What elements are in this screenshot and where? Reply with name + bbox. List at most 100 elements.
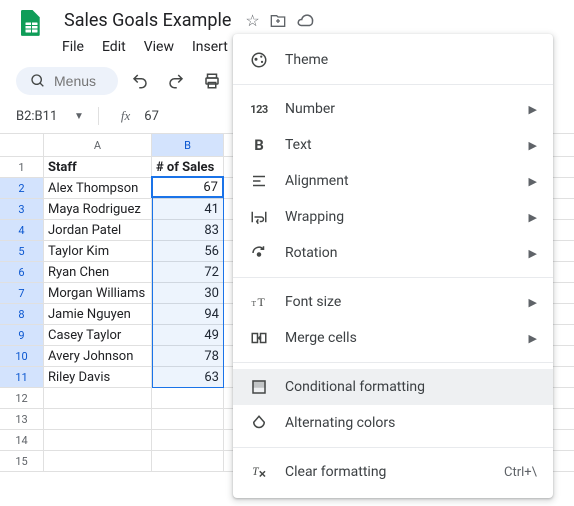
format-menu-alternating-colors[interactable]: Alternating colors <box>233 405 553 441</box>
theme-icon <box>249 50 269 70</box>
row-header[interactable]: 8 <box>0 304 44 324</box>
formula-bar[interactable]: 67 <box>144 109 159 124</box>
format-menu-wrapping[interactable]: Wrapping▶ <box>233 199 553 235</box>
cell[interactable]: 41 <box>152 199 224 219</box>
fx-icon: fx <box>121 108 130 124</box>
cell[interactable]: Jamie Nguyen <box>44 304 152 324</box>
sheets-logo-icon[interactable] <box>16 10 52 46</box>
cell[interactable]: 67 <box>152 178 224 198</box>
svg-text:T: T <box>258 295 266 309</box>
submenu-arrow-icon: ▶ <box>529 296 537 309</box>
cell[interactable]: 63 <box>152 367 224 387</box>
cell[interactable]: 83 <box>152 220 224 240</box>
cell[interactable]: Alex Thompson <box>44 178 152 198</box>
submenu-arrow-icon: ▶ <box>529 103 537 116</box>
menu-file[interactable]: File <box>54 35 92 59</box>
menu-view[interactable]: View <box>136 35 182 59</box>
cell[interactable]: Casey Taylor <box>44 325 152 345</box>
name-box[interactable]: B2:B11 <box>10 109 66 124</box>
format-menu-theme[interactable]: Theme <box>233 42 553 78</box>
move-icon[interactable] <box>270 13 286 29</box>
rotation-icon <box>249 243 269 263</box>
menu-search-input[interactable] <box>54 73 104 89</box>
search-icon <box>30 73 46 89</box>
format-menu-font-size[interactable]: TT Font size▶ <box>233 284 553 320</box>
submenu-arrow-icon: ▶ <box>529 139 537 152</box>
format-menu-merge-cells[interactable]: Merge cells▶ <box>233 320 553 356</box>
cell[interactable]: Jordan Patel <box>44 220 152 240</box>
format-menu-conditional-formatting[interactable]: Conditional formatting <box>233 369 553 405</box>
cell[interactable]: Avery Johnson <box>44 346 152 366</box>
menu-item-label: Font size <box>285 294 529 310</box>
cell[interactable]: Taylor Kim <box>44 241 152 261</box>
row-header[interactable]: 4 <box>0 220 44 240</box>
text-icon: B <box>249 135 269 155</box>
row-header[interactable]: 12 <box>0 388 44 408</box>
cell[interactable]: 94 <box>152 304 224 324</box>
menu-separator <box>233 362 553 363</box>
row-header[interactable]: 6 <box>0 262 44 282</box>
format-menu-rotation[interactable]: Rotation▶ <box>233 235 553 271</box>
menu-item-label: Number <box>285 101 529 117</box>
col-header-B[interactable]: B <box>152 134 224 156</box>
namebox-dropdown-icon[interactable]: ▼ <box>74 111 84 122</box>
row-header[interactable]: 10 <box>0 346 44 366</box>
cloud-status-icon[interactable] <box>296 12 314 30</box>
svg-text:T: T <box>252 466 259 478</box>
cell[interactable]: 56 <box>152 241 224 261</box>
row-header[interactable]: 11 <box>0 367 44 387</box>
cell[interactable] <box>44 409 152 429</box>
row-header[interactable]: 5 <box>0 241 44 261</box>
row-header[interactable]: 7 <box>0 283 44 303</box>
submenu-arrow-icon: ▶ <box>529 247 537 260</box>
menu-item-label: Rotation <box>285 245 529 261</box>
cell[interactable]: Ryan Chen <box>44 262 152 282</box>
row-header[interactable]: 15 <box>0 451 44 471</box>
cell[interactable] <box>152 388 224 408</box>
number-icon: 123 <box>249 99 269 119</box>
row-header[interactable]: 2 <box>0 178 44 198</box>
cell[interactable]: Morgan Williams <box>44 283 152 303</box>
format-menu-alignment[interactable]: Alignment▶ <box>233 163 553 199</box>
cell[interactable]: Riley Davis <box>44 367 152 387</box>
row-header[interactable]: 1 <box>0 157 44 177</box>
redo-button[interactable] <box>162 67 190 95</box>
cell[interactable]: Maya Rodriguez <box>44 199 152 219</box>
cell[interactable]: 72 <box>152 262 224 282</box>
document-title[interactable]: Sales Goals Example <box>60 8 235 33</box>
row-header[interactable]: 13 <box>0 409 44 429</box>
menu-item-label: Alignment <box>285 173 529 189</box>
row-header[interactable]: 14 <box>0 430 44 450</box>
cell[interactable]: 30 <box>152 283 224 303</box>
undo-button[interactable] <box>126 67 154 95</box>
menu-separator <box>233 447 553 448</box>
cell[interactable]: 78 <box>152 346 224 366</box>
menu-insert[interactable]: Insert <box>184 35 236 59</box>
col-header-A[interactable]: A <box>44 134 152 156</box>
menu-item-label: Conditional formatting <box>285 379 537 395</box>
row-header[interactable]: 9 <box>0 325 44 345</box>
clear-icon: T <box>249 462 269 482</box>
cell[interactable] <box>44 388 152 408</box>
select-all-corner[interactable] <box>0 134 44 156</box>
menu-edit[interactable]: Edit <box>94 35 134 59</box>
menu-search[interactable] <box>16 67 118 95</box>
fontsize-icon: TT <box>249 292 269 312</box>
cell[interactable]: # of Sales <box>152 157 224 177</box>
format-menu-clear-formatting[interactable]: TClear formattingCtrl+\ <box>233 454 553 490</box>
print-button[interactable] <box>198 67 226 95</box>
row-header[interactable]: 3 <box>0 199 44 219</box>
format-menu-number[interactable]: 123 Number▶ <box>233 91 553 127</box>
format-menu-dropdown: Theme123Number▶BText▶Alignment▶Wrapping▶… <box>233 34 553 498</box>
format-menu-text[interactable]: BText▶ <box>233 127 553 163</box>
cell[interactable] <box>44 451 152 471</box>
cell[interactable] <box>152 451 224 471</box>
cell[interactable]: Staff <box>44 157 152 177</box>
altcolors-icon <box>249 413 269 433</box>
cell[interactable] <box>44 430 152 450</box>
star-icon[interactable]: ☆ <box>245 11 259 30</box>
cell[interactable] <box>152 409 224 429</box>
cell[interactable]: 49 <box>152 325 224 345</box>
wrapping-icon <box>249 207 269 227</box>
cell[interactable] <box>152 430 224 450</box>
